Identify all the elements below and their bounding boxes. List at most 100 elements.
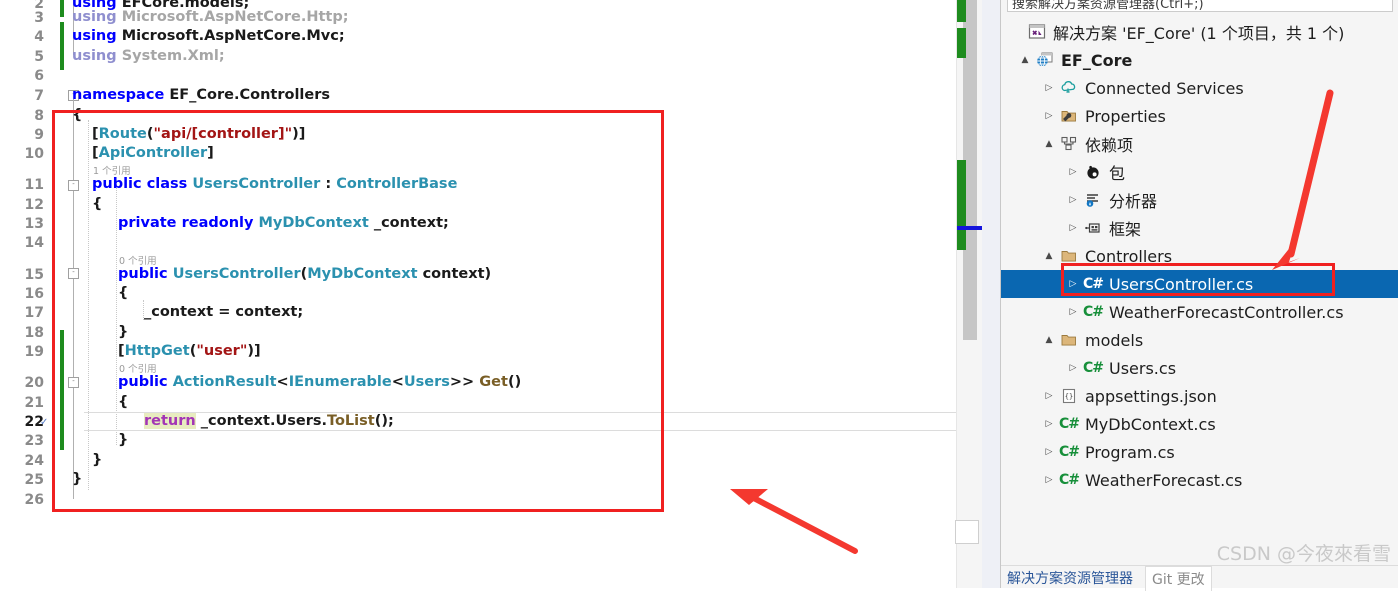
- panel-gap: [982, 0, 1000, 588]
- tree-row-folder-controllers[interactable]: ▲ Controllers: [1001, 242, 1398, 270]
- tree-row-folder-models[interactable]: ▲ models: [1001, 326, 1398, 354]
- chevron-down-icon[interactable]: ▲: [1041, 251, 1057, 261]
- angle-open: <: [276, 374, 289, 390]
- type-mydbcontext: MyDbContext: [307, 266, 418, 282]
- code-line-18: }: [118, 323, 128, 342]
- tree-row-frameworks[interactable]: ▷ 框架: [1001, 214, 1398, 242]
- keyword-private: private: [118, 215, 177, 231]
- package-icon: [1081, 163, 1105, 181]
- scroll-margin-box[interactable]: [955, 520, 979, 544]
- code-line-8: {: [72, 106, 82, 125]
- tree-row-mydbcontext-cs[interactable]: ▷ C# MyDbContext.cs: [1001, 410, 1398, 438]
- chevron-right-icon[interactable]: ▷: [1041, 419, 1057, 429]
- tab-git-changes[interactable]: Git 更改: [1145, 566, 1212, 591]
- tree-row-analyzers[interactable]: ▷ 分析器: [1001, 186, 1398, 214]
- tree-row-solution[interactable]: 解决方案 'EF_Core' (1 个项目，共 1 个): [1001, 18, 1398, 46]
- keyword-using: using: [72, 28, 117, 44]
- tree-row-properties[interactable]: ▷ Properties: [1001, 102, 1398, 130]
- attribute-apicontroller: ApiController: [98, 145, 208, 161]
- chevron-right-icon[interactable]: ▷: [1065, 279, 1081, 289]
- tree-row-packages[interactable]: ▷ 包: [1001, 158, 1398, 186]
- chevron-right-icon[interactable]: ▷: [1065, 167, 1081, 177]
- code-line-7: namespace EF_Core.Controllers: [72, 86, 330, 105]
- chevron-right-icon[interactable]: ▷: [1041, 391, 1057, 401]
- tree-label-controllers: Controllers: [1085, 246, 1173, 266]
- chevron-right-icon[interactable]: ▷: [1041, 475, 1057, 485]
- type-actionresult: ActionResult: [172, 374, 277, 390]
- properties-folder-icon: [1057, 107, 1081, 125]
- code-line-23: }: [118, 431, 128, 450]
- code-line-25: }: [72, 470, 82, 489]
- tree-label-weather-forecast-cs: WeatherForecast.cs: [1085, 470, 1243, 490]
- code-line-19: [HttpGet("user")]: [118, 342, 261, 361]
- json-file-icon-svg: {}: [1062, 388, 1076, 404]
- code-line-12: {: [92, 195, 102, 214]
- code-line-24: }: [92, 451, 102, 470]
- chevron-right-icon[interactable]: ▷: [1041, 111, 1057, 121]
- code-line-4: using Microsoft.AspNetCore.Mvc;: [72, 27, 345, 46]
- solution-explorer-tab-strip[interactable]: 解决方案资源管理器 Git 更改: [1001, 565, 1398, 591]
- folder-icon: [1057, 331, 1081, 349]
- tree-label-mydbcontext-cs: MyDbContext.cs: [1085, 414, 1216, 434]
- type-ienumerable: IEnumerable: [288, 374, 392, 390]
- json-file-icon: {}: [1057, 387, 1081, 405]
- type-users: Users: [403, 374, 450, 390]
- tree-row-users-cs[interactable]: ▷ C# Users.cs: [1001, 354, 1398, 382]
- tree-row-appsettings-json[interactable]: ▷ {} appsettings.json: [1001, 382, 1398, 410]
- bracket-close: ]: [207, 145, 214, 161]
- code-line-17: _context = context;: [144, 303, 303, 322]
- tree-row-connected-services[interactable]: ▷ Connected Services: [1001, 74, 1398, 102]
- tree-row-users-controller-cs[interactable]: ▷ C# UsersController.cs: [1001, 270, 1398, 298]
- tab-solution-explorer[interactable]: 解决方案资源管理器: [1001, 566, 1139, 590]
- type-mydbcontext: MyDbContext: [258, 215, 369, 231]
- tree-label-solution: 解决方案 'EF_Core' (1 个项目，共 1 个): [1053, 24, 1345, 43]
- tree-label-packages: 包: [1109, 164, 1126, 183]
- solution-explorer-search-box[interactable]: 搜索解决方案资源管理器(Ctrl+;): [1007, 0, 1393, 12]
- editor-scroll-margin[interactable]: [955, 0, 983, 588]
- code-editor[interactable]: 2 3 4 5 6 7 8 9 10 11 12 13 14 15 16 17 …: [0, 0, 956, 588]
- chevron-right-icon[interactable]: ▷: [1065, 195, 1081, 205]
- code-line-10: [ApiController]: [92, 144, 214, 163]
- chevron-down-icon[interactable]: ▲: [1017, 55, 1033, 65]
- framework-icon-svg: [1085, 223, 1100, 233]
- tree-row-dependencies[interactable]: ▲ 依赖项: [1001, 130, 1398, 158]
- keyword-public: public: [118, 374, 168, 390]
- chevron-right-icon[interactable]: ▷: [1041, 447, 1057, 457]
- bracket-close: ]: [254, 343, 261, 359]
- connected-services-icon: [1057, 79, 1081, 97]
- framework-icon: [1081, 219, 1105, 237]
- tree-label-users-cs: Users.cs: [1109, 358, 1177, 378]
- tree-row-program-cs[interactable]: ▷ C# Program.cs: [1001, 438, 1398, 466]
- namespace-name: EF_Core.Controllers: [164, 87, 331, 103]
- chevron-down-icon[interactable]: ▲: [1041, 139, 1057, 149]
- scroll-change-marker: [957, 160, 966, 250]
- package-icon-svg: [1087, 165, 1099, 179]
- attribute-route: Route: [98, 126, 147, 142]
- chevron-right-icon[interactable]: ▷: [1065, 223, 1081, 233]
- csharp-file-icon: C#: [1082, 304, 1104, 320]
- tree-row-project-ef-core[interactable]: ▲ EF_Core: [1001, 46, 1398, 74]
- code-line-16: {: [118, 284, 128, 303]
- chevron-right-icon[interactable]: ▷: [1065, 307, 1081, 317]
- code-line-22: return _context.Users.ToList();: [144, 412, 394, 431]
- solution-explorer-tree[interactable]: 解决方案 'EF_Core' (1 个项目，共 1 个) ▲ EF_Core ▷…: [1001, 14, 1398, 562]
- tree-row-weather-forecast-cs[interactable]: ▷ C# WeatherForecast.cs: [1001, 466, 1398, 494]
- dependencies-icon: [1057, 135, 1081, 153]
- paren-close: ): [292, 126, 299, 142]
- bracket-close: ]: [298, 126, 306, 142]
- csharp-file-icon: C#: [1082, 360, 1104, 376]
- connected-services-icon-svg: [1061, 81, 1076, 93]
- code-line-5: using System.Xml;: [72, 47, 225, 66]
- code-content[interactable]: using EFCore.models; using Microsoft.Asp…: [0, 0, 956, 588]
- tree-row-weather-forecast-controller-cs[interactable]: ▷ C# WeatherForecastController.cs: [1001, 298, 1398, 326]
- scroll-caret-marker: [957, 226, 983, 230]
- keyword-public: public: [92, 176, 142, 192]
- chevron-down-icon[interactable]: ▲: [1041, 335, 1057, 345]
- keyword-return: return: [144, 413, 196, 429]
- chevron-right-icon[interactable]: ▷: [1065, 363, 1081, 373]
- paren-open: (: [146, 126, 154, 142]
- solution-explorer-panel[interactable]: 搜索解决方案资源管理器(Ctrl+;) 解决方案 'EF_Core' (1 个项…: [1000, 0, 1398, 591]
- chevron-right-icon[interactable]: ▷: [1041, 83, 1057, 93]
- ctor-name-userscontroller: UsersController: [172, 266, 301, 282]
- tree-label-users-controller-cs: UsersController.cs: [1109, 274, 1254, 294]
